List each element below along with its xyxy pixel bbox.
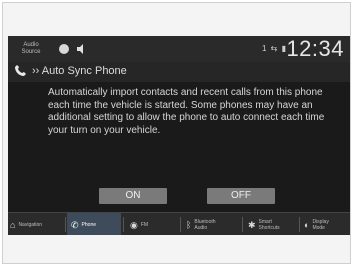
nav-label: Smart Shortcuts xyxy=(258,218,280,231)
status-bar: Audio Source 1 ⇆ ▮ 12:34 xyxy=(8,36,350,62)
nav-smart-shortcuts[interactable]: ✱ Smart Shortcuts xyxy=(248,213,298,235)
bottom-nav: ⌂ Navigation ✆ Phone ◉ FM ᛒ Bluetooth Au… xyxy=(8,212,350,235)
nav-label: Phone xyxy=(81,221,97,228)
radio-icon: ◉ xyxy=(130,219,138,230)
smart-shortcuts-icon: ✱ xyxy=(248,219,256,230)
bluetooth-icon: ᛒ xyxy=(186,219,192,230)
nav-fm[interactable]: ◉ FM xyxy=(130,213,178,235)
phone-icon xyxy=(14,64,28,78)
home-button[interactable] xyxy=(56,41,72,57)
nav-divider xyxy=(123,217,124,232)
nav-label: Bluetooth Audio xyxy=(194,218,216,231)
screenshot-frame: Audio Source 1 ⇆ ▮ 12:34 ›› Auto Sync Ph… xyxy=(2,2,351,264)
nav-navigation[interactable]: ⌂ Navigation xyxy=(10,213,64,235)
speaker-icon[interactable] xyxy=(74,41,90,57)
display-mode-icon: ◐ xyxy=(304,219,310,230)
breadcrumb-arrow: ›› xyxy=(32,65,40,77)
nav-label: Navigation xyxy=(18,221,43,228)
speaker-glyph xyxy=(77,44,83,54)
nav-bluetooth-audio[interactable]: ᛒ Bluetooth Audio xyxy=(186,213,240,235)
on-button[interactable]: ON xyxy=(99,188,167,204)
home-dot-icon xyxy=(59,44,69,54)
nav-divider xyxy=(65,217,66,232)
nav-divider xyxy=(242,217,243,232)
audio-source-button[interactable]: Audio Source xyxy=(14,40,48,58)
nav-display-mode[interactable]: ◐ Display Mode xyxy=(304,213,350,235)
off-button[interactable]: OFF xyxy=(207,188,275,204)
infotainment-screen: Audio Source 1 ⇆ ▮ 12:34 ›› Auto Sync Ph… xyxy=(8,36,350,235)
title-bar: ›› Auto Sync Phone xyxy=(8,62,350,82)
nav-divider xyxy=(299,217,300,232)
nav-label: FM xyxy=(140,221,149,228)
nav-phone[interactable]: ✆ Phone xyxy=(67,213,121,235)
nav-divider xyxy=(180,217,181,232)
title-label: Auto Sync Phone xyxy=(41,65,127,77)
nav-label: Display Mode xyxy=(312,218,329,231)
clock: 12:34 xyxy=(286,36,344,61)
page-title: ›› Auto Sync Phone xyxy=(32,65,127,77)
auto-sync-message: Automatically import contacts and recent… xyxy=(48,87,325,136)
navigation-icon: ⌂ xyxy=(10,219,16,230)
phone-icon: ✆ xyxy=(71,219,79,230)
